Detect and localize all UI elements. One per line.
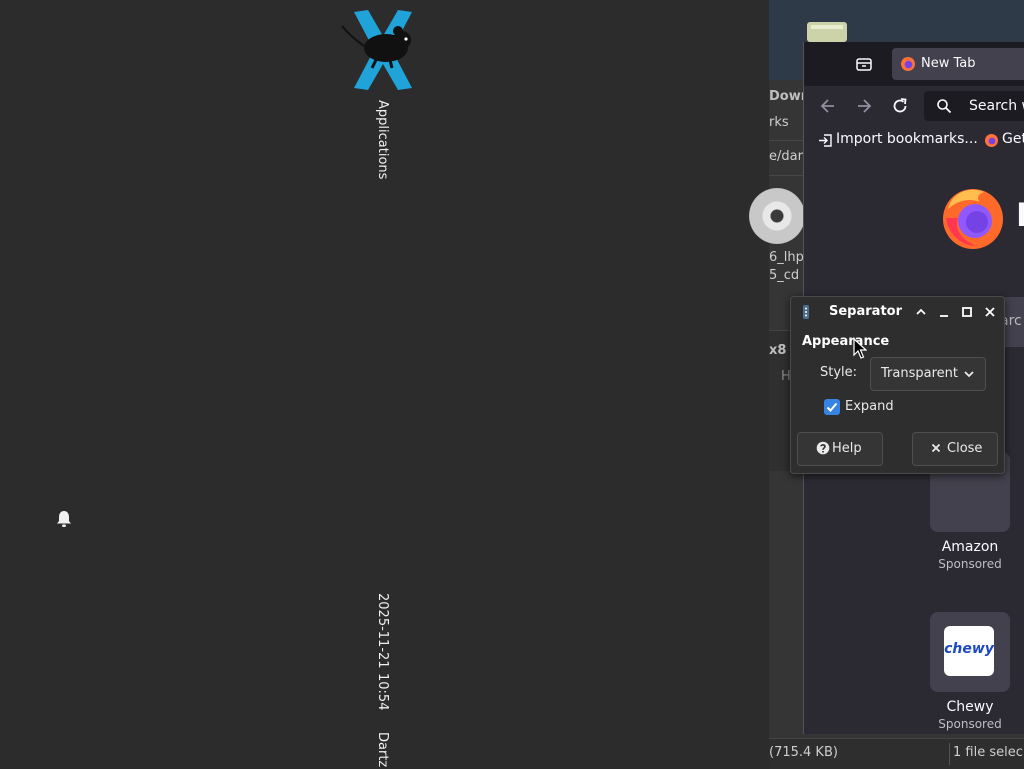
style-value: Transparent: [881, 366, 958, 381]
window-menu-icon[interactable]: [801, 305, 811, 319]
expand-checkbox[interactable]: [824, 399, 840, 415]
disc-file-icon[interactable]: [749, 188, 805, 244]
shortcut-tile-chewy[interactable]: chewy: [930, 612, 1010, 692]
import-bookmarks-link[interactable]: Import bookmarks...: [836, 131, 978, 147]
firefox-favicon-icon: [901, 57, 915, 71]
status-selection: 1 file selec: [953, 745, 1023, 760]
file-name-line-1: 6_lhp: [769, 250, 804, 265]
close-button[interactable]: Close: [912, 432, 998, 466]
chevron-down-icon: [964, 371, 974, 378]
desktop-panel: Applications 2025-11-21 10:54 Dartz: [0, 0, 769, 768]
sidebar-item-bookmarks[interactable]: rks: [769, 115, 789, 130]
separator-dialog: Separator Appearance Style: Transparent …: [790, 296, 1005, 474]
clock-date[interactable]: 2025-11-21: [375, 593, 390, 669]
shade-chevron-up-icon[interactable]: [914, 305, 928, 319]
firefox-wordmark: F: [1016, 196, 1024, 234]
expand-label[interactable]: Expand: [845, 399, 894, 414]
tab-bar: New Tab: [804, 42, 1024, 86]
chewy-logo-icon: chewy: [944, 626, 994, 676]
shortcut-name-amazon: Amazon: [941, 539, 999, 555]
reload-icon[interactable]: [890, 96, 910, 116]
url-placeholder: Search w: [969, 98, 1024, 114]
style-label: Style:: [820, 365, 858, 380]
xfce-logo-icon[interactable]: [340, 6, 426, 94]
applications-menu-label[interactable]: Applications: [375, 100, 390, 179]
style-dropdown[interactable]: Transparent: [870, 357, 986, 391]
status-bar: (715.4 KB) 1 file selec: [769, 738, 1024, 769]
notification-bell-icon[interactable]: [56, 510, 72, 528]
shortcut-sponsored-chewy: Sponsored: [938, 717, 1002, 731]
status-size: (715.4 KB): [769, 745, 838, 760]
get-started-bookmark[interactable]: Get: [1002, 131, 1024, 147]
maximize-icon[interactable]: [960, 305, 974, 319]
help-button[interactable]: Help: [797, 432, 883, 466]
tab-list-icon[interactable]: [854, 54, 874, 74]
firefox-logo-icon: [943, 189, 1003, 249]
help-label: Help: [832, 441, 862, 456]
bookmarks-toolbar: Import bookmarks... Get: [804, 126, 1024, 155]
clock-time[interactable]: 10:54: [375, 673, 390, 710]
url-bar[interactable]: Search w: [924, 91, 1024, 121]
firefox-bookmark-icon: [985, 134, 998, 147]
user-name[interactable]: Dartz: [375, 732, 390, 767]
close-label: Close: [947, 441, 983, 456]
navigation-toolbar: Search w: [804, 86, 1024, 126]
search-icon: [937, 99, 952, 114]
minimize-icon[interactable]: [937, 305, 951, 319]
side-panel-label: x8: [769, 343, 787, 358]
file-name-line-2: 5_cd: [769, 268, 800, 283]
close-icon[interactable]: [983, 305, 997, 319]
checkmark-icon: [826, 402, 838, 412]
import-icon: [819, 134, 832, 147]
mouse-pointer-icon: [853, 338, 867, 359]
trash-icon[interactable]: [805, 20, 849, 42]
status-divider: [949, 743, 950, 765]
dialog-titlebar[interactable]: Separator: [791, 297, 1004, 327]
appearance-heading: Appearance: [802, 334, 890, 349]
tab-label: New Tab: [921, 56, 976, 71]
dialog-title: Separator: [829, 304, 902, 319]
tab-new-tab[interactable]: New Tab: [892, 48, 1024, 80]
shortcut-name-chewy: Chewy: [946, 699, 994, 715]
help-icon: [816, 441, 830, 455]
back-arrow-icon[interactable]: [818, 96, 838, 116]
forward-arrow-icon[interactable]: [854, 96, 874, 116]
shortcut-sponsored-amazon: Sponsored: [938, 557, 1002, 571]
chewy-logo-text: chewy: [944, 641, 994, 657]
close-x-icon: [931, 443, 941, 453]
